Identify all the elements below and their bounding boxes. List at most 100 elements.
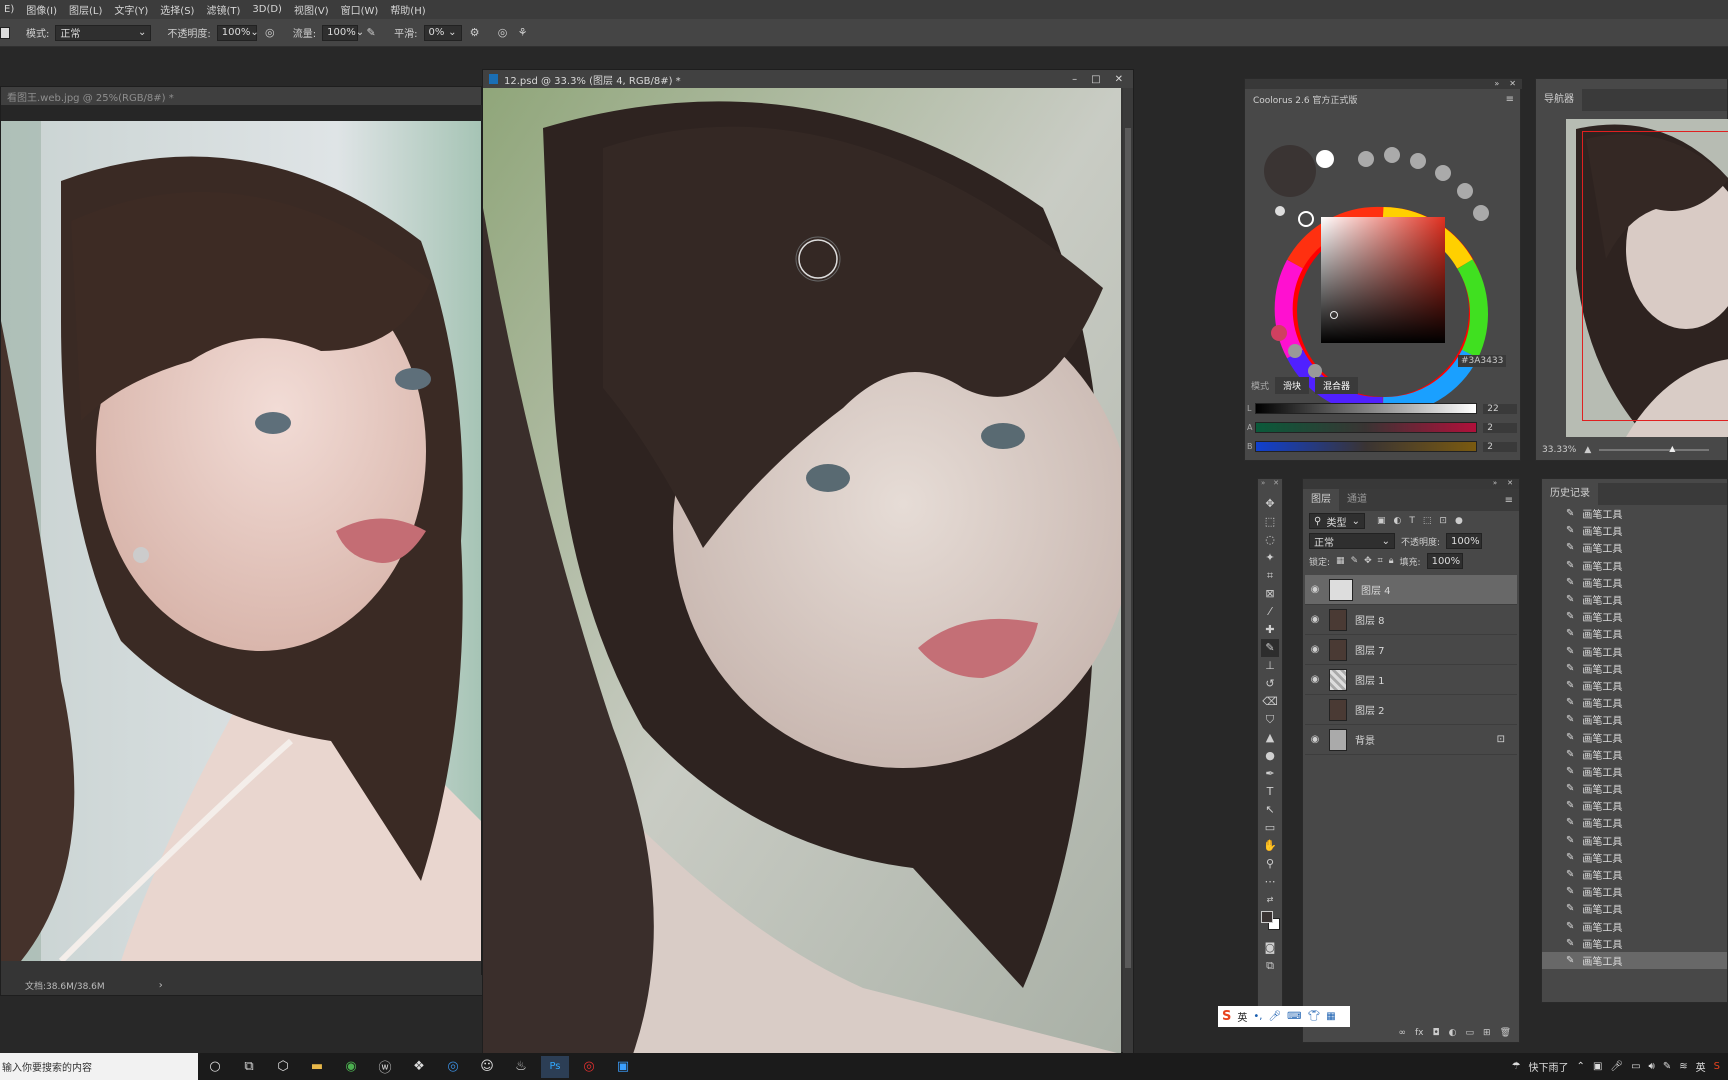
pen-tool-icon[interactable]: ✒ [1261, 765, 1279, 783]
menu-item-view[interactable]: 视图(V) [294, 2, 329, 17]
eye-icon[interactable]: ◉ [1305, 614, 1325, 625]
reference-document-window[interactable]: 看图王.web.jpg @ 25%(RGB/8#) * 文档:38.6M/38.… [0, 86, 483, 996]
navigator-zoom[interactable]: 33.33% [1542, 445, 1576, 455]
navigator-preview[interactable] [1566, 119, 1728, 437]
cortana-icon[interactable]: ○ [201, 1056, 229, 1078]
volume-icon[interactable]: 🔊︎ [1649, 1061, 1655, 1072]
ime-language[interactable]: 英 [1237, 1009, 1247, 1024]
tab-slider[interactable]: 滑块 [1275, 377, 1310, 394]
eye-icon[interactable]: ◉ [1305, 644, 1325, 655]
task-view-icon[interactable]: ⧉ [235, 1056, 263, 1078]
recorder-icon[interactable]: ▣ [609, 1056, 637, 1078]
history-item[interactable]: ✎ 画笔工具 [1542, 522, 1727, 539]
symmetry-icon[interactable]: ⚘ [516, 26, 530, 40]
link-layers-icon[interactable]: ∞ [1399, 1028, 1407, 1038]
collapse-icon[interactable]: » [1493, 479, 1497, 489]
gear-icon[interactable]: ⚙ [468, 26, 482, 40]
input-language[interactable]: 英 [1696, 1059, 1706, 1074]
photoshop-taskbar-icon[interactable]: Ps [541, 1055, 569, 1078]
history-item[interactable]: ✎ 画笔工具 [1542, 574, 1727, 591]
menu-item-type[interactable]: 文字(Y) [114, 2, 148, 17]
quick-mask-icon[interactable]: ◙ [1261, 939, 1279, 957]
toolbox-icon[interactable]: ▦ [1326, 1011, 1335, 1022]
tab-navigator[interactable]: 导航器 [1536, 89, 1582, 111]
slider-l-value[interactable]: 22 [1483, 403, 1517, 414]
hand-tool-icon[interactable]: ✋ [1261, 837, 1279, 855]
rectangle-tool-icon[interactable]: ▭ [1261, 819, 1279, 837]
foreground-color-swatch[interactable] [1261, 911, 1273, 923]
collapse-icon[interactable]: » [1261, 479, 1265, 489]
more-tools-icon[interactable]: ⋯ [1261, 873, 1279, 891]
history-item[interactable]: ✎ 画笔工具 [1542, 694, 1727, 711]
clone-stamp-tool-icon[interactable]: ⊥ [1261, 657, 1279, 675]
tab-layers[interactable]: 图层 [1303, 489, 1339, 511]
game-icon[interactable]: ☺ [473, 1056, 501, 1078]
smooth-field[interactable]: 0% ⌄ [423, 24, 462, 41]
filter-shape-icon[interactable]: ⬚ [1423, 516, 1432, 526]
lock-artboard-icon[interactable]: ⌗ [1378, 556, 1383, 566]
paint-bucket-tool-icon[interactable]: ⛉ [1261, 711, 1279, 729]
tray-app-icon[interactable]: ▣ [1593, 1061, 1602, 1072]
swap-colors-icon[interactable]: ⇄ [1261, 891, 1279, 909]
zoom-slider[interactable]: ▲ [1599, 444, 1710, 453]
screen-mode-icon[interactable]: ⧉ [1261, 957, 1279, 975]
history-item[interactable]: ✎ 画笔工具 [1542, 677, 1727, 694]
pen-icon[interactable]: ✎ [1663, 1061, 1671, 1072]
menu-item-filter[interactable]: 滤镜(T) [206, 2, 240, 17]
lock-position-icon[interactable]: ✥ [1364, 556, 1372, 566]
layer-row[interactable]: ◉ 图层 8 [1305, 605, 1517, 635]
history-item[interactable]: ✎ 画笔工具 [1542, 746, 1727, 763]
punctuation-icon[interactable]: •, [1253, 1011, 1262, 1022]
type-tool-icon[interactable]: T [1261, 783, 1279, 801]
monitor-icon[interactable]: ▭ [1631, 1061, 1640, 1072]
keyboard-icon[interactable]: ⌨ [1287, 1011, 1301, 1022]
zoom-out-icon[interactable]: ▲ [1584, 445, 1591, 455]
layer-row[interactable]: ◉ 图层 1 [1305, 665, 1517, 695]
menu-item-layer[interactable]: 图层(L) [69, 2, 102, 17]
tab-history[interactable]: 历史记录 [1542, 483, 1598, 505]
new-group-icon[interactable]: ▭ [1466, 1028, 1475, 1038]
menu-item-help[interactable]: 帮助(H) [390, 2, 425, 17]
main-doc-titlebar[interactable]: 12.psd @ 33.3% (图层 4, RGB/8#) * – □ ✕ [483, 70, 1133, 88]
history-item[interactable]: ✎ 画笔工具 [1542, 539, 1727, 556]
collapse-icon[interactable]: » [1494, 79, 1499, 89]
slider-l-track[interactable] [1254, 403, 1478, 414]
history-item[interactable]: ✎ 画笔工具 [1542, 951, 1727, 970]
filter-toggle-icon[interactable]: ● [1455, 516, 1463, 526]
slider-b[interactable]: B 2 [1247, 437, 1517, 456]
brush-preset-checkbox[interactable] [0, 26, 10, 39]
pressure-size-icon[interactable]: ◎ [496, 26, 510, 40]
edge-icon[interactable]: ◎ [439, 1056, 467, 1078]
path-selection-tool-icon[interactable]: ↖ [1261, 801, 1279, 819]
settings-app-icon[interactable]: ❖ [405, 1056, 433, 1078]
slider-l[interactable]: L 22 [1247, 399, 1517, 418]
steam-icon[interactable]: ♨ [507, 1056, 535, 1078]
menu-item-edit[interactable]: E) [4, 4, 14, 15]
layer-row[interactable]: ◉ 图层 4 [1305, 575, 1517, 605]
history-item[interactable]: ✎ 画笔工具 [1542, 643, 1727, 660]
close-icon[interactable]: ✕ [1507, 479, 1513, 489]
scrollbar-thumb[interactable] [1125, 128, 1131, 968]
menu-item-image[interactable]: 图像(I) [26, 2, 57, 17]
fill-field[interactable]: 100% [1426, 553, 1463, 569]
layer-row[interactable]: ◉ 图层 7 [1305, 635, 1517, 665]
eye-icon[interactable]: ◉ [1305, 674, 1325, 685]
slider-b-track[interactable] [1254, 441, 1478, 452]
panel-menu-icon[interactable]: ≡ [1506, 94, 1514, 105]
blend-mode-select[interactable]: 正常 ⌄ [1309, 533, 1395, 549]
tab-channels[interactable]: 通道 [1339, 489, 1375, 511]
close-icon[interactable]: ✕ [1115, 74, 1123, 85]
skin-icon[interactable]: 👕︎ [1308, 1011, 1321, 1022]
zoom-tool-icon[interactable]: ⚲ [1261, 855, 1279, 873]
menu-item-3d[interactable]: 3D(D) [252, 4, 282, 15]
ime-toolbar[interactable]: S 英 •, 🎤︎ ⌨ 👕︎ ▦ [1218, 1006, 1350, 1027]
weather-text[interactable]: 快下雨了 [1529, 1059, 1569, 1074]
filter-smart-icon[interactable]: ⊡ [1439, 516, 1447, 526]
history-item[interactable]: ✎ 画笔工具 [1542, 900, 1727, 917]
eyedropper-tool-icon[interactable]: ⁄ [1261, 603, 1279, 621]
foreground-background-colors[interactable] [1259, 909, 1281, 933]
add-mask-icon[interactable]: ◘ [1433, 1028, 1440, 1038]
history-item[interactable]: ✎ 画笔工具 [1542, 591, 1727, 608]
history-item[interactable]: ✎ 画笔工具 [1542, 814, 1727, 831]
layer-row[interactable]: ◉ 背景 ⊡ [1305, 725, 1517, 755]
